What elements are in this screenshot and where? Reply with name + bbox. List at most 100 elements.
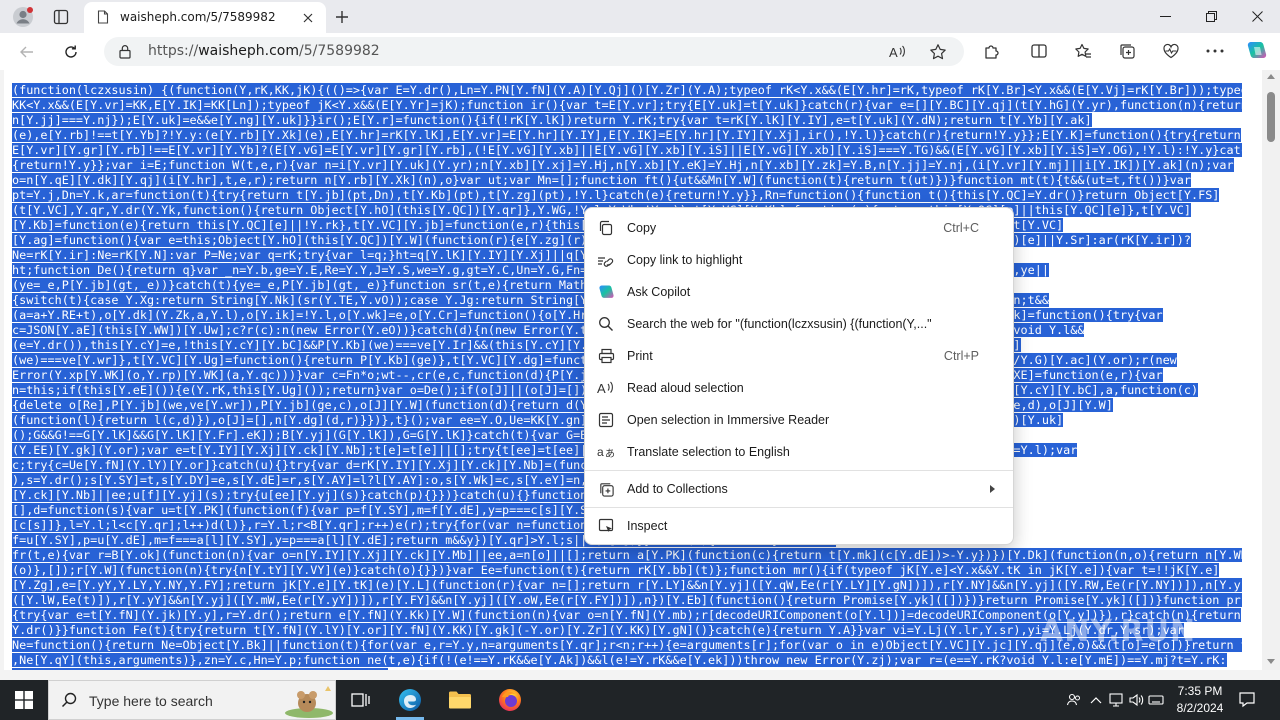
code-line: [Y.Zg],e=[Y.yY,Y.LY,Y.NY,Y.FY];return jK… — [12, 578, 1242, 593]
close-icon — [303, 13, 313, 23]
restore-icon — [1205, 11, 1217, 22]
arrow-left-icon — [20, 46, 33, 58]
printer-icon — [597, 347, 615, 365]
copilot-button[interactable] — [1243, 37, 1271, 65]
more-icon — [1206, 49, 1224, 53]
scroll-down-arrow-icon[interactable] — [1267, 659, 1275, 664]
read-aloud-button[interactable]: A — [886, 40, 910, 64]
scroll-up-arrow-icon[interactable] — [1267, 74, 1275, 79]
menu-separator — [585, 507, 1013, 508]
code-line: ,Ne[Y.qY](this,arguments)},zn=Y.c,Hn=Y.p… — [12, 653, 1242, 668]
collections-button[interactable] — [1113, 37, 1141, 65]
menu-item-label: Translate selection to English — [627, 445, 790, 459]
selected-text: (e),e[Y.rb]!==t[Y.Yb]?!Y.y:(e[Y.rb][Y.Xk… — [12, 128, 1241, 142]
clock-date[interactable]: 8/2/2024 — [1172, 701, 1228, 715]
menu-item-print[interactable]: Print Ctrl+P — [589, 340, 1009, 372]
url-host: waisheph.com — [198, 43, 299, 59]
menu-item-immersive-reader[interactable]: Open selection in Immersive Reader — [589, 404, 1009, 436]
taskbar-search-box[interactable]: Type here to search — [48, 680, 336, 720]
context-menu: Copy Ctrl+C Copy link to highlight Ask C… — [584, 207, 1014, 545]
volume-icon[interactable] — [1128, 692, 1144, 708]
selected-text: (function(lczxsusin) {(function(Y,rK,KK,… — [12, 83, 1242, 97]
minimize-button[interactable] — [1142, 0, 1188, 33]
code-line: pt=Y.j,Dn=Y.k,ar=function(t){try{return … — [12, 188, 1242, 203]
notification-center-button[interactable] — [1238, 690, 1258, 710]
selected-text: KK<Y.x&&(E[Y.vr]=KK,E[Y.IK]=KK[Ln]);type… — [12, 98, 1242, 112]
address-bar[interactable]: https://waisheph.com/5/7589982 A — [104, 37, 964, 66]
menu-item-ask-copilot[interactable]: Ask Copilot — [589, 276, 1009, 308]
back-button[interactable] — [12, 37, 42, 67]
settings-menu-button[interactable] — [1201, 37, 1229, 65]
refresh-icon — [65, 45, 77, 58]
profile-button[interactable] — [8, 3, 38, 31]
menu-item-read-aloud[interactable]: A Read aloud selection — [589, 372, 1009, 404]
split-screen-icon — [1031, 44, 1047, 58]
selected-text: ([Y.lW,Ee(t)]),r[Y.yY]&&n[Y.yj]([Y.mW,Ee… — [12, 593, 1242, 607]
collections-icon — [1120, 44, 1135, 59]
menu-item-search-web[interactable]: Search the web for "(function(lczxsusin)… — [589, 308, 1009, 340]
favorites-icon — [1075, 43, 1091, 58]
folder-icon — [449, 691, 471, 709]
code-line: void Y.l:t[Y.ml](e,function(){c(r)},func… — [12, 668, 1242, 670]
taskbar-edge[interactable] — [386, 680, 434, 720]
menu-item-copy-link-to-highlight[interactable]: Copy link to highlight — [589, 244, 1009, 276]
selected-text: (o)},[]);r[Y.W](function(n){try{n[Y.tY][… — [12, 563, 1220, 577]
split-screen-button[interactable] — [1025, 37, 1053, 65]
tab-actions-icon — [53, 9, 69, 25]
search-placeholder: Type here to search — [89, 693, 213, 709]
tab-title: waisheph.com/5/7589982 — [120, 10, 276, 24]
code-line: (e),e[Y.rb]!==t[Y.Yb]?!Y.y:(e[Y.rb][Y.Xk… — [12, 128, 1242, 143]
edge-icon — [399, 689, 421, 711]
keyboard-icon[interactable] — [1148, 692, 1164, 708]
selected-text: E[Y.vr][Y.gr][Y.rb]!==E[Y.vr][Y.Yb]?(E[Y… — [12, 143, 1242, 157]
search-icon — [597, 315, 615, 333]
window-close-button[interactable] — [1234, 0, 1280, 33]
selected-text: [Y.Zg],e=[Y.yY,Y.LY,Y.NY,Y.FY];return jK… — [12, 578, 1242, 592]
tab-close-button[interactable] — [298, 8, 318, 28]
start-button[interactable] — [0, 680, 48, 720]
refresh-button[interactable] — [56, 37, 86, 67]
selected-text: {return!Y.y}};var i=E;function W(t,e,r){… — [12, 158, 1234, 172]
url-scheme: https:// — [148, 43, 199, 59]
new-tab-button[interactable] — [328, 3, 356, 31]
tab-actions-button[interactable] — [46, 3, 76, 31]
menu-item-label: Search the web for "(function(lczxsusin)… — [627, 317, 932, 331]
taskbar-file-explorer[interactable] — [436, 680, 484, 720]
menu-item-copy[interactable]: Copy Ctrl+C — [589, 212, 1009, 244]
url-path: /5/7589982 — [299, 43, 380, 59]
menu-item-label: Copy link to highlight — [627, 253, 743, 267]
menu-item-shortcut: Ctrl+C — [943, 221, 979, 235]
restore-button[interactable] — [1188, 0, 1234, 33]
chevron-right-icon — [990, 485, 995, 493]
vertical-scrollbar[interactable] — [1262, 70, 1280, 670]
system-tray: 7:35 PM 8/2/2024 — [1062, 680, 1280, 720]
people-icon[interactable] — [1066, 692, 1082, 708]
network-icon[interactable] — [1108, 692, 1124, 708]
minimize-icon — [1159, 16, 1171, 17]
menu-item-translate[interactable]: aあ Translate selection to English — [589, 436, 1009, 468]
menu-item-label: Print — [627, 349, 653, 363]
svg-text:A: A — [889, 45, 898, 60]
copilot-icon — [1247, 42, 1267, 58]
windows-taskbar: Type here to search 7:35 PM 8/2/2024 — [0, 680, 1280, 720]
clock-time[interactable]: 7:35 PM — [1172, 684, 1228, 698]
taskbar-firefox[interactable] — [486, 680, 534, 720]
code-line: {return!Y.y}};var i=E;function W(t,e,r){… — [12, 158, 1242, 173]
code-line: (function(lczxsusin) {(function(Y,rK,KK,… — [12, 83, 1242, 98]
extensions-button[interactable] — [978, 37, 1006, 65]
selected-text: void Y.l:t[Y.ml](e,function(){c(r)},func… — [12, 668, 389, 670]
tab-active[interactable]: waisheph.com/5/7589982 — [84, 2, 326, 33]
favorites-button[interactable] — [1069, 37, 1097, 65]
browser-essentials-button[interactable] — [1157, 37, 1185, 65]
menu-item-label: Copy — [627, 221, 657, 235]
menu-item-inspect[interactable]: Inspect — [589, 510, 1009, 542]
task-view-button[interactable] — [336, 680, 384, 720]
add-favorite-button[interactable] — [926, 40, 950, 64]
chevron-up-icon[interactable] — [1088, 692, 1104, 708]
menu-item-add-to-collections[interactable]: Add to Collections — [589, 473, 1009, 505]
heart-pulse-icon — [1163, 43, 1179, 59]
code-line: KK<Y.x&&(E[Y.vr]=KK,E[Y.IK]=KK[Ln]);type… — [12, 98, 1242, 113]
svg-text:A: A — [597, 381, 606, 396]
scrollbar-thumb[interactable] — [1267, 92, 1275, 142]
copy-icon — [597, 219, 615, 237]
